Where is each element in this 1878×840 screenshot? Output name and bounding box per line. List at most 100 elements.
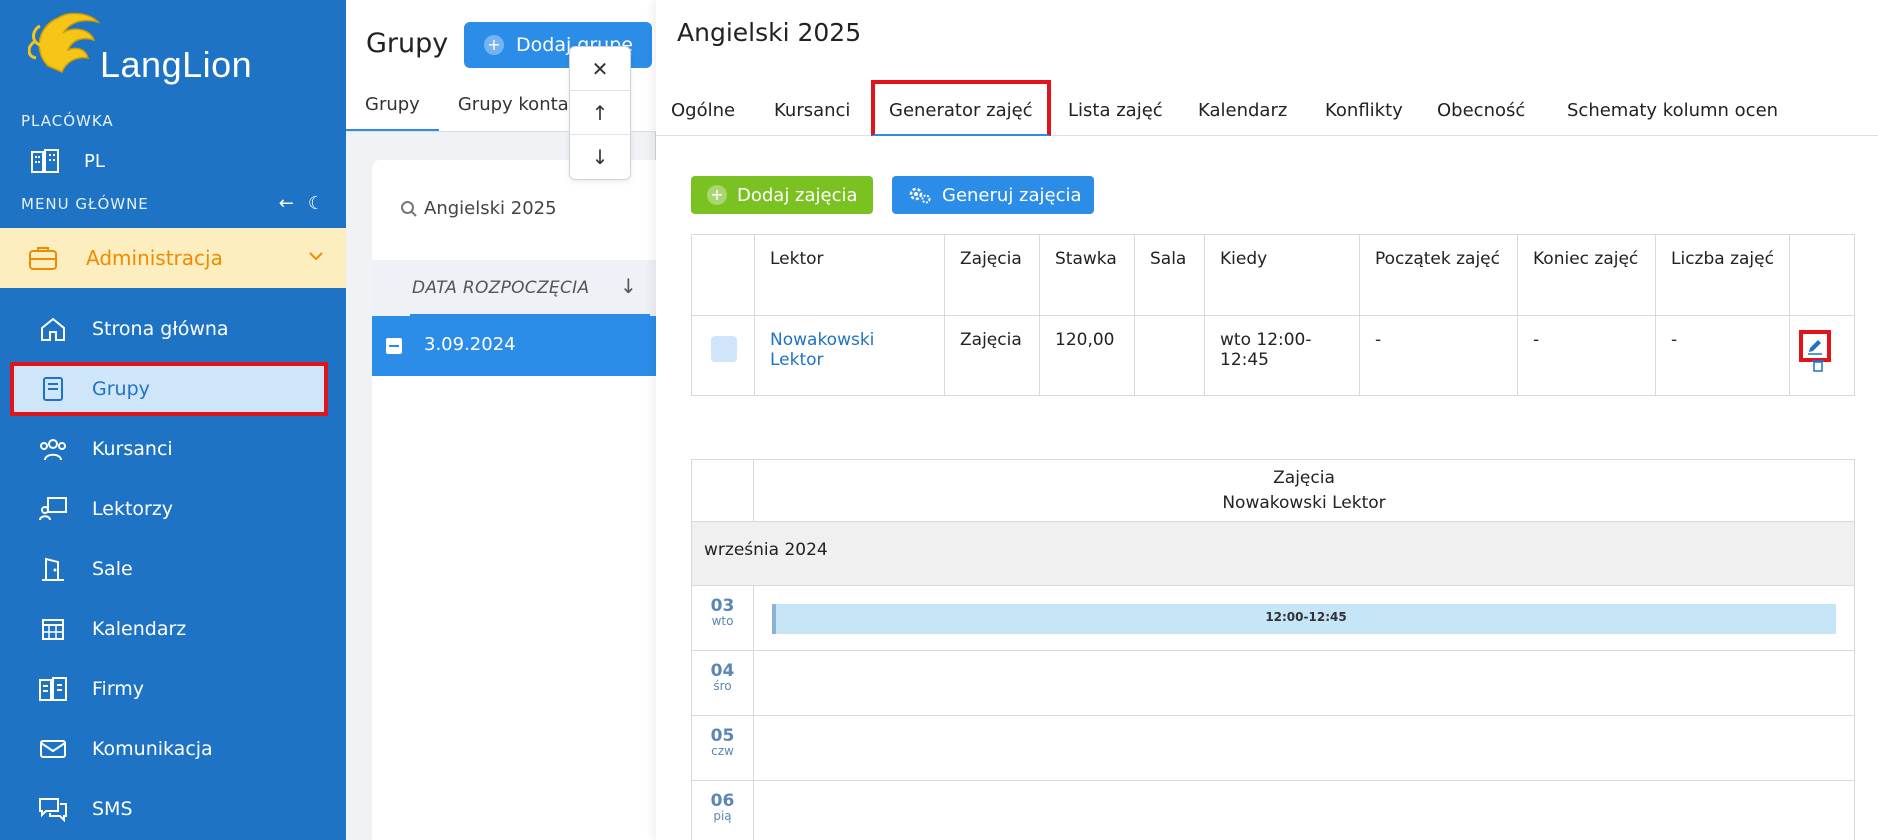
day-number: 05: [710, 726, 735, 746]
cell-poczatek: -: [1359, 315, 1518, 396]
day-slot[interactable]: [754, 781, 1854, 840]
day-label: 05 czw: [692, 716, 754, 780]
day-name: śro: [713, 679, 732, 693]
cell-kiedy: wto 12:00-12:45: [1204, 315, 1360, 396]
trash-icon[interactable]: [1811, 358, 1825, 375]
placowka-value: PL: [84, 150, 105, 172]
tab-grupy[interactable]: Grupy: [346, 80, 439, 131]
collapse-arrow-icon[interactable]: ←: [279, 193, 294, 214]
floating-controls: ✕ ↑ ↓: [569, 46, 631, 180]
arrow-down-icon[interactable]: ↓: [570, 135, 630, 179]
column-header-label: DATA ROZPOCZĘCIA: [412, 278, 590, 298]
sidebar-item-kalendarz[interactable]: Kalendarz: [10, 602, 328, 656]
cell-liczba: -: [1655, 315, 1790, 396]
sidebar-item-kursanci[interactable]: Kursanci: [10, 422, 328, 476]
search-icon: [401, 200, 417, 217]
cell-zajecia: Zajęcia: [944, 315, 1040, 396]
tab-lista-zajec[interactable]: Lista zajęć: [1068, 100, 1163, 121]
day-name: czw: [711, 744, 734, 758]
sidebar: LangLion PLACÓWKA PL MENU GŁÓWNE ← ☾ Adm…: [0, 0, 346, 840]
add-class-button[interactable]: + Dodaj zajęcia: [691, 176, 873, 214]
day-slot[interactable]: [754, 651, 1854, 715]
day-slot[interactable]: 12:00-12:45: [754, 586, 1854, 650]
header-sala: Sala: [1134, 234, 1205, 316]
header-kiedy: Kiedy: [1204, 234, 1360, 316]
sidebar-item-label: Strona główna: [92, 318, 229, 340]
admin-section[interactable]: Administracja: [0, 228, 346, 288]
sort-arrow-icon[interactable]: ↓: [620, 274, 637, 298]
arrow-up-icon[interactable]: ↑: [570, 91, 630, 135]
add-class-label: Dodaj zajęcia: [737, 184, 858, 206]
calendar-day-row: 03 wto 12:00-12:45: [692, 586, 1854, 651]
sidebar-item-sale[interactable]: Sale: [10, 542, 328, 596]
calendar-event[interactable]: 12:00-12:45: [772, 604, 1836, 634]
book-icon: [38, 374, 68, 404]
cell-stawka: 120,00: [1039, 315, 1135, 396]
tab-kursanci[interactable]: Kursanci: [774, 100, 850, 121]
sidebar-item-label: SMS: [92, 798, 133, 820]
collapse-icon[interactable]: [386, 338, 402, 354]
sidebar-item-grupy[interactable]: Grupy: [10, 362, 328, 416]
sidebar-item-label: Kursanci: [92, 438, 173, 460]
moon-icon[interactable]: ☾: [308, 193, 324, 214]
table-row[interactable]: 3.09.2024: [372, 316, 656, 376]
sidebar-item-label: Kalendarz: [92, 618, 187, 640]
calendar-header: Zajęcia Nowakowski Lektor: [692, 460, 1854, 522]
building-icon: [38, 674, 68, 704]
menu-label: MENU GŁÓWNE: [21, 195, 149, 213]
tab-schematy-kolumn-ocen[interactable]: Schematy kolumn ocen: [1567, 100, 1778, 121]
generator-table: Lektor Zajęcia Stawka Sala Kiedy Począte…: [691, 234, 1855, 396]
cell-lektor: Nowakowski Lektor: [754, 315, 945, 396]
group-detail-panel: Angielski 2025 Ogólne Kursanci Generator…: [656, 0, 1878, 840]
chevron-down-icon: [309, 252, 323, 261]
group-title: Angielski 2025: [677, 18, 862, 47]
cell-actions: [1789, 315, 1855, 396]
day-number: 04: [710, 661, 735, 681]
column-header-start-date[interactable]: DATA ROZPOCZĘCIA ↓: [372, 260, 656, 316]
logo[interactable]: LangLion: [28, 6, 268, 92]
home-icon: [38, 314, 68, 344]
search-value: Angielski 2025: [424, 198, 557, 219]
calendar-header-line2: Nowakowski Lektor: [1222, 493, 1386, 513]
gears-icon: [909, 187, 931, 204]
pencil-icon: [1808, 340, 1822, 355]
search-field[interactable]: Angielski 2025: [400, 198, 557, 219]
tab-kalendarz[interactable]: Kalendarz: [1198, 100, 1287, 121]
tab-generator-zajec[interactable]: Generator zajęć: [871, 80, 1051, 136]
groups-list: Angielski 2025 DATA ROZPOCZĘCIA ↓ 3.09.2…: [372, 160, 656, 840]
teacher-icon: [38, 494, 68, 524]
cell-select: [691, 315, 755, 396]
table-row: Nowakowski Lektor Zajęcia 120,00 wto 12:…: [691, 315, 1855, 396]
day-slot[interactable]: [754, 716, 1854, 780]
sidebar-item-strona-glowna[interactable]: Strona główna: [10, 302, 328, 356]
header-select: [691, 234, 755, 316]
row-checkbox[interactable]: [711, 336, 737, 362]
sidebar-item-lektorzy[interactable]: Lektorzy: [10, 482, 328, 536]
lektor-link[interactable]: Nowakowski Lektor: [770, 330, 874, 370]
day-number: 03: [710, 596, 735, 616]
placowka-selector[interactable]: PL: [30, 148, 105, 174]
header-lektor: Lektor: [754, 234, 945, 316]
tab-ogolne[interactable]: Ogólne: [671, 100, 735, 121]
sidebar-item-sms[interactable]: SMS: [10, 782, 328, 836]
calendar-day-row: 06 pią: [692, 781, 1854, 840]
day-label: 04 śro: [692, 651, 754, 715]
day-label: 03 wto: [692, 586, 754, 650]
calendar-day-row: 05 czw: [692, 716, 1854, 781]
day-name: pią: [713, 809, 732, 823]
day-label: 06 pią: [692, 781, 754, 840]
plus-icon: +: [707, 185, 727, 205]
close-icon[interactable]: ✕: [570, 47, 630, 91]
briefcase-icon: [29, 247, 57, 270]
generate-classes-button[interactable]: Generuj zajęcia: [892, 176, 1094, 214]
tab-obecnosc[interactable]: Obecność: [1437, 100, 1525, 121]
sidebar-item-firmy[interactable]: Firmy: [10, 662, 328, 716]
header-liczba: Liczba zajęć: [1655, 234, 1790, 316]
header-koniec: Koniec zajęć: [1517, 234, 1656, 316]
calendar-header-line1: Zajęcia: [1273, 468, 1335, 488]
row-date: 3.09.2024: [424, 334, 516, 355]
calendar-day-row: 04 śro: [692, 651, 1854, 716]
tab-konflikty[interactable]: Konflikty: [1325, 100, 1403, 121]
sidebar-item-komunikacja[interactable]: Komunikacja: [10, 722, 328, 776]
placowka-label: PLACÓWKA: [21, 112, 114, 130]
